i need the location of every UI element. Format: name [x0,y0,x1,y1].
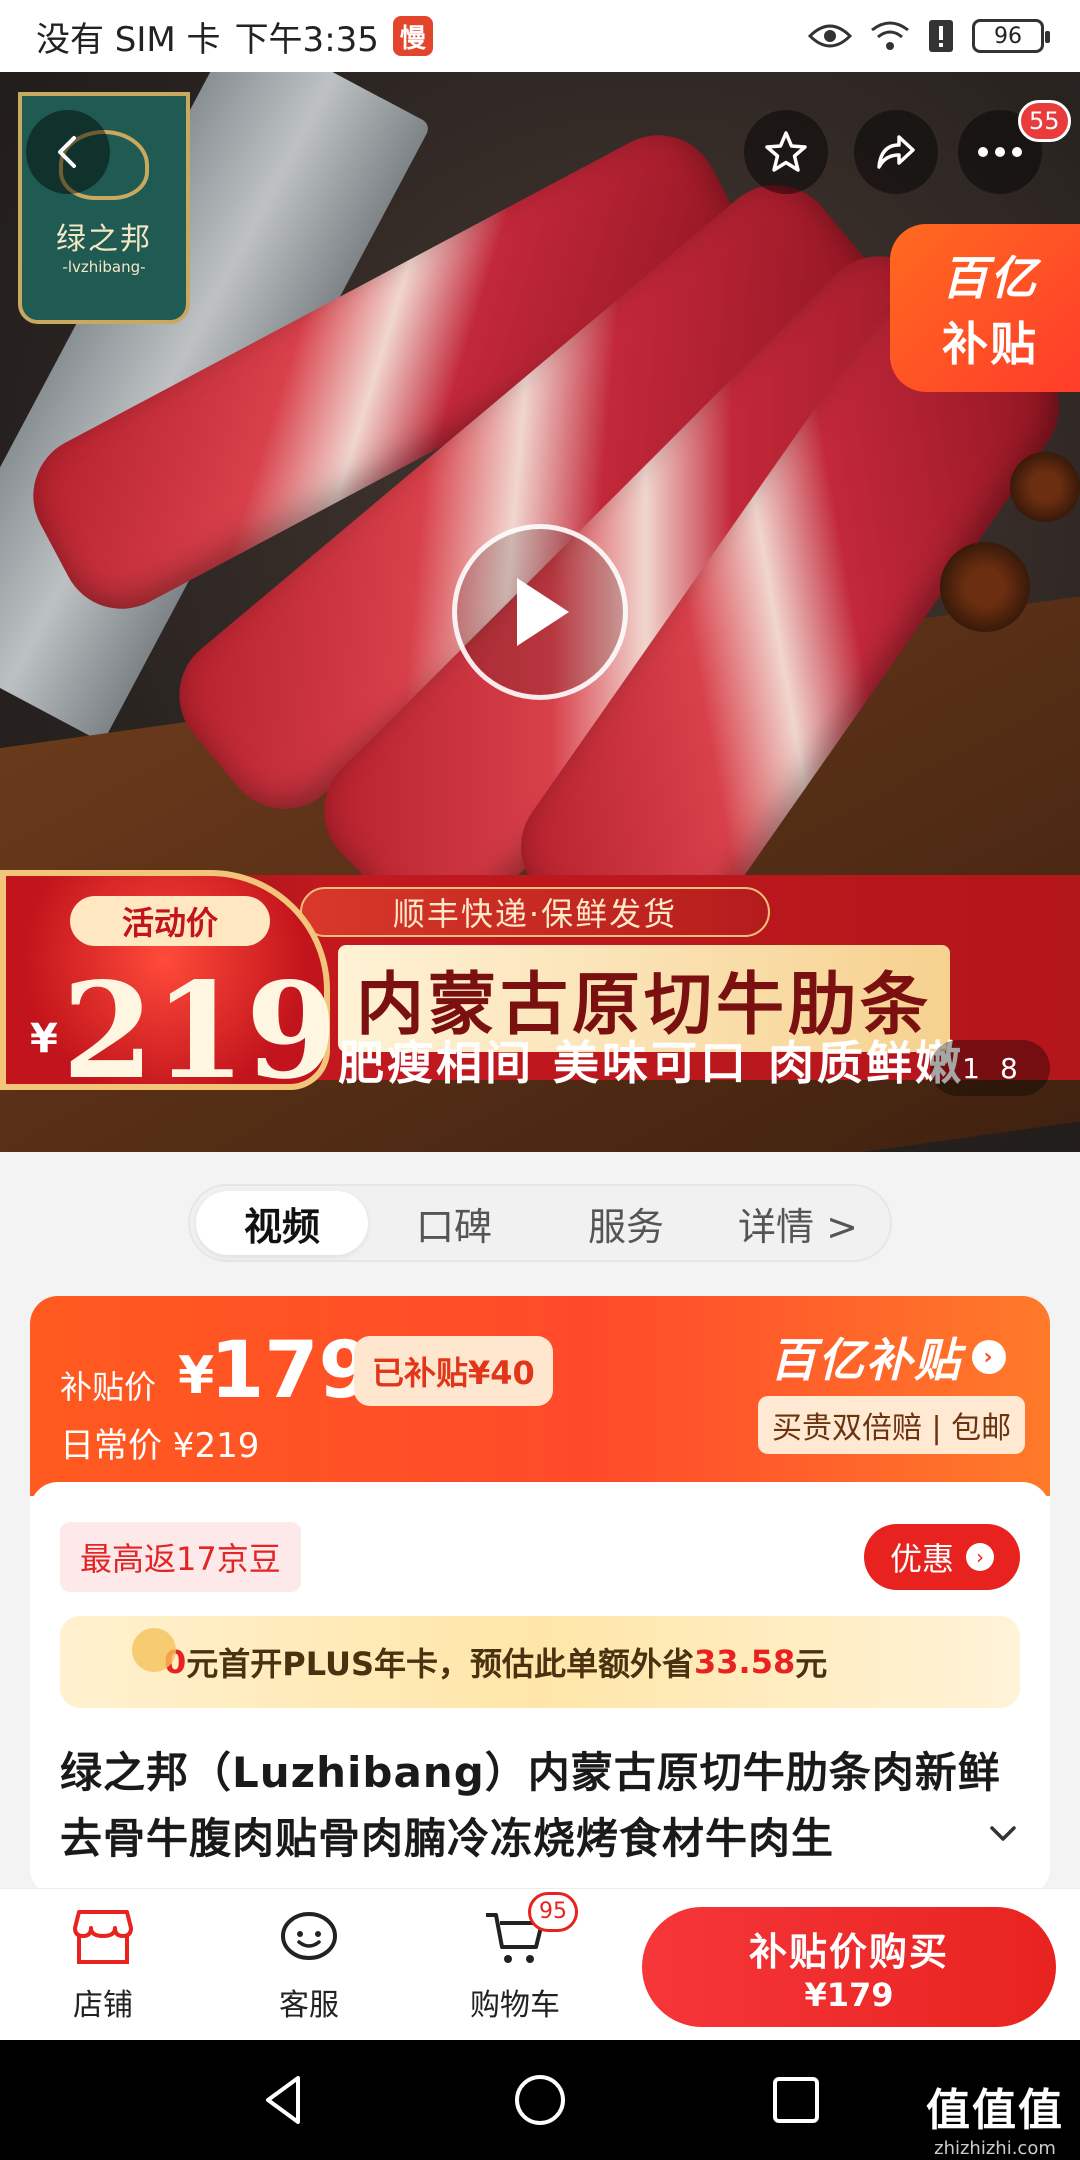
brand-name-cn: 绿之邦 [56,222,152,257]
cart-count-badge: 95 [528,1891,578,1932]
brand-name-en: -lvzhibang- [62,258,146,276]
status-bar: 没有 SIM 卡 下午3:35 慢 96 [0,0,1080,72]
play-icon [517,578,569,646]
activity-price-badge: 活动价 ¥ 219 [0,870,338,1109]
store-label: 店铺 [73,1987,133,2023]
counter-total: 8 [1000,1051,1018,1085]
carrier-text: 没有 SIM 卡 [36,19,221,60]
subsidy-brand-link[interactable]: 百亿补贴 › [770,1324,1006,1390]
plus-decoration-icon [132,1628,176,1672]
watermark-logo: 值值值 [926,2085,1064,2136]
eye-icon [808,24,852,48]
cart-label: 购物车 [470,1987,560,2023]
bottom-action-bar: 店铺 客服 购物车 95 补贴价购买 ¥179 [0,1888,1080,2040]
guarantee-tags: 买贵双倍赔 | 包邮 [758,1396,1026,1454]
buy-now-button[interactable]: 补贴价购买 ¥179 [642,1907,1056,2027]
image-counter: 1 8 [930,1040,1050,1096]
clock-text: 下午3:35 [234,19,379,60]
more-dots-icon [978,147,1022,157]
sim-alert-icon [929,20,953,52]
watermark: 值值值 zhizhizhi.com [926,2074,1064,2159]
store-icon [71,1906,135,1970]
activity-price-value: 219 [62,954,338,1109]
nav-home-icon[interactable] [512,2072,568,2128]
plus-text: 元首开PLUS年卡，预估此单额外省 [186,1645,695,1683]
customer-service-label: 客服 [279,1987,339,2023]
chevron-right-icon: › [966,1543,994,1571]
subsidy-tag-line2: 补贴 [942,317,1038,371]
star-anise-image [940,542,1030,632]
content-tabs: 视频 口碑 服务 详情 > [188,1184,892,1262]
daily-price: 日常价 ¥219 [60,1426,260,1466]
plus-amount: 33.58 [694,1643,796,1681]
battery-icon: 96 [972,19,1050,53]
product-title: 绿之邦（Luzhibang）内蒙古原切牛肋条肉新鲜去骨牛腹肉贴骨肉腩冷冻烧烤食材… [60,1748,1001,1863]
store-button[interactable]: 店铺 [0,1906,206,2024]
subsidy-tag-line1: 百亿 [942,251,1038,305]
customer-service-button[interactable]: 客服 [206,1906,412,2024]
plus-suffix: 元 [795,1645,828,1683]
back-button[interactable] [26,110,110,194]
activity-price-label: 活动价 [70,896,270,946]
buy-button-label: 补贴价购买 [748,1929,949,1974]
favorite-button[interactable] [744,110,828,194]
star-icon [765,131,807,172]
jd-beans-rebate: 最高返17京豆 [60,1522,301,1592]
buy-button-price: ¥179 [804,1975,894,2014]
star-anise-image [1010,452,1080,522]
chat-smile-icon [277,1906,341,1970]
chevron-left-icon [58,136,76,168]
share-button[interactable] [854,110,938,194]
cart-button[interactable]: 购物车 95 [412,1891,618,2024]
subsidy-price-yen: ¥ [178,1346,215,1406]
watermark-url: zhizhizhi.com [934,2138,1056,2159]
coupon-button[interactable]: 优惠 › [864,1524,1020,1590]
counter-current: 1 [962,1051,980,1085]
system-nav-bar [0,2040,1080,2160]
app-notification-icon: 慢 [392,16,433,56]
nav-recents-icon[interactable] [768,2072,824,2128]
wifi-icon [871,21,909,50]
tab-details[interactable]: 详情 > [712,1191,884,1255]
product-detail-screen: 没有 SIM 卡 下午3:35 慢 96 绿之邦 -lvzhibang- 百亿 … [0,0,1080,2160]
tab-reviews[interactable]: 口碑 [368,1191,540,1255]
subsidy-tag: 百亿 补贴 [890,224,1080,392]
chevron-right-icon: › [972,1340,1006,1374]
activity-price-yen: ¥ [30,1016,58,1062]
chevron-down-icon[interactable] [986,1816,1020,1850]
subsidy-price-label: 补贴价 [60,1368,157,1406]
tab-video[interactable]: 视频 [196,1191,368,1255]
subsidy-saved-badge: 已补贴¥40 [354,1336,553,1406]
share-icon [877,135,915,169]
subsidy-price-value: 179 [210,1326,373,1416]
subsidy-brand-text: 百亿补贴 [770,1333,962,1387]
promo-subtitle: 肥瘦相间 美味可口 肉质鲜嫩 [338,1036,965,1090]
tab-service[interactable]: 服务 [540,1191,712,1255]
coupon-label: 优惠 [889,1540,954,1578]
plus-membership-banner[interactable]: 0 元首开PLUS年卡，预估此单额外省 33.58 元 [60,1616,1020,1708]
more-badge: 55 [1018,100,1071,142]
subsidy-price-header: 补贴价 ¥ 179 已补贴¥40 日常价 ¥219 百亿补贴 › 买贵双倍赔 |… [30,1296,1050,1496]
battery-level: 96 [994,23,1022,49]
shipping-strip: 顺丰快递·保鲜发货 [300,887,770,937]
play-video-button[interactable] [452,524,628,700]
nav-back-icon[interactable] [256,2072,312,2128]
